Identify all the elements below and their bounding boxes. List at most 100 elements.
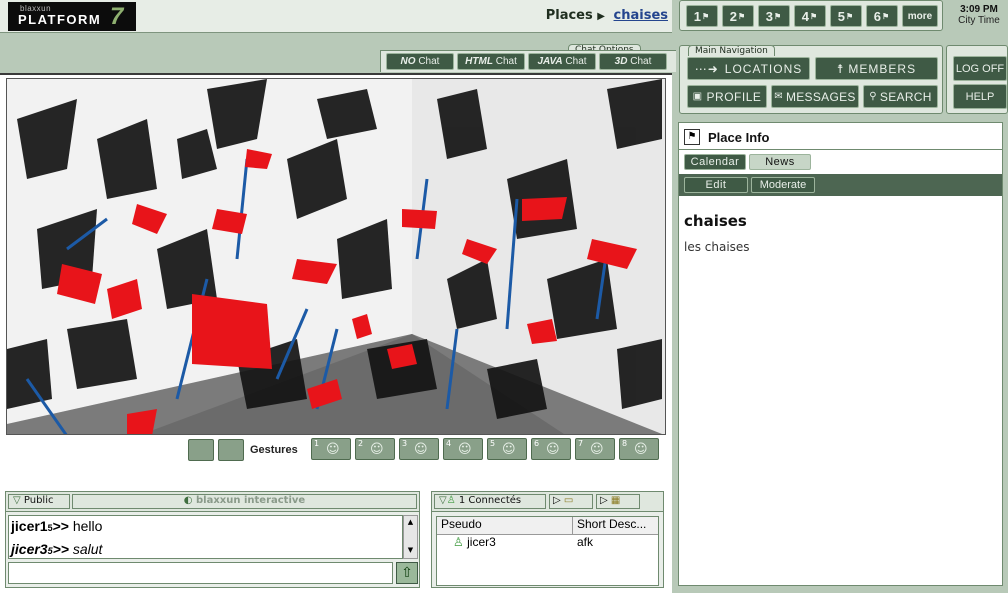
face-icon[interactable] — [218, 439, 244, 461]
grid-icon: ▦ — [610, 495, 621, 506]
user-pseudo: jicer3 — [467, 535, 496, 549]
users-tab-3[interactable]: ▷ ▦ — [596, 494, 640, 509]
flag-icon: ⚑ — [846, 11, 855, 21]
place-name: chaises — [684, 212, 747, 230]
members-label: MEMBERS — [848, 61, 917, 76]
gesture-icon: ☺ — [414, 442, 428, 457]
gesture-2[interactable]: 2 ☺ — [355, 438, 395, 460]
search-button[interactable]: ⚲ SEARCH — [863, 85, 938, 108]
gesture-icon: ☺ — [370, 442, 384, 457]
current-place-link[interactable]: chaises — [614, 8, 668, 23]
chat-messages: jicer15>> hello jicer35>> salut — [8, 515, 403, 559]
chat-input[interactable] — [8, 562, 393, 584]
place-info-panel: ⚑ Place Info Calendar News Edit Moderate… — [678, 122, 1003, 586]
users-tab-2[interactable]: ▷ ▭ — [549, 494, 593, 509]
scroll-up-icon[interactable]: ▲ — [404, 516, 417, 528]
gesture-number: 6 — [534, 439, 540, 448]
place-actions-bar: Edit Moderate — [679, 174, 1002, 196]
profile-button[interactable]: ▣ PROFILE — [687, 85, 767, 108]
gesture-6[interactable]: 6 ☺ — [531, 438, 571, 460]
quick-nav-6[interactable]: 6 ⚑ — [866, 5, 898, 27]
logoff-button[interactable]: LOG OFF — [953, 56, 1007, 81]
messages-button[interactable]: ✉ MESSAGES — [771, 85, 859, 108]
brand-name: PLATFORM — [18, 12, 102, 27]
quick-nav-label: 1 — [693, 8, 703, 24]
send-icon: ⇧ — [401, 565, 413, 581]
gesture-1[interactable]: 1 ☺ — [311, 438, 351, 460]
search-label: SEARCH — [879, 89, 932, 104]
triangle-right-icon: ▷ — [600, 495, 608, 506]
connected-label: 1 Connectés — [458, 495, 522, 506]
gesture-3[interactable]: 3 ☺ — [399, 438, 439, 460]
flag-icon: ⚑ — [702, 11, 711, 21]
messages-label: MESSAGES — [785, 89, 856, 104]
java-chat-button[interactable]: JAVA Chat — [528, 53, 596, 70]
triangle-right-icon: ▷ — [553, 495, 561, 506]
send-button[interactable]: ⇧ — [396, 562, 418, 584]
quick-nav-5[interactable]: 5 ⚑ — [830, 5, 862, 27]
moderate-button[interactable]: Moderate — [751, 177, 815, 193]
3d-view[interactable] — [6, 78, 666, 435]
gesture-5[interactable]: 5 ☺ — [487, 438, 527, 460]
gesture-number: 7 — [578, 439, 584, 448]
quick-nav-more[interactable]: more — [902, 5, 938, 27]
chat-sep: >> — [52, 518, 69, 534]
chat-style: JAVA — [537, 56, 563, 67]
user-pseudo-cell: ♙ jicer3 — [437, 535, 573, 552]
quick-nav-4[interactable]: 4 ⚑ — [794, 5, 826, 27]
column-short-desc[interactable]: Short Desc... — [573, 517, 658, 534]
no-chat-button[interactable]: NO Chat — [386, 53, 454, 70]
chat-header: ▽ Public ◐ blaxxun interactive — [6, 492, 419, 512]
gesture-number: 5 — [490, 439, 496, 448]
edit-button[interactable]: Edit — [684, 177, 748, 193]
quick-nav-3[interactable]: 3 ⚑ — [758, 5, 790, 27]
chat-panel: ▽ Public ◐ blaxxun interactive jicer15>>… — [5, 491, 420, 588]
quick-nav-label: 6 — [873, 8, 883, 24]
scroll-down-icon[interactable]: ▼ — [404, 544, 417, 556]
gesture-number: 8 — [622, 439, 628, 448]
avatar-icon[interactable] — [188, 439, 214, 461]
quick-nav-1[interactable]: 1 ⚑ — [686, 5, 718, 27]
calendar-tab[interactable]: Calendar — [684, 154, 746, 170]
main-navigation: Main Navigation ⋯➜ LOCATIONS ☨ MEMBERS ▣ PR… — [679, 45, 943, 114]
column-pseudo[interactable]: Pseudo — [437, 517, 573, 534]
chat-message: jicer15>> hello — [11, 516, 402, 539]
3d-chat-button[interactable]: 3D Chat — [599, 53, 667, 70]
user-row[interactable]: ♙ jicer3 afk — [437, 535, 658, 552]
chat-label: Chat — [495, 56, 517, 67]
blaxxun-icon: ◐ — [183, 495, 193, 506]
channel-label: ◐ blaxxun interactive — [72, 494, 417, 509]
gesture-7[interactable]: 7 ☺ — [575, 438, 615, 460]
chat-user: jicer3 — [11, 541, 48, 557]
gesture-icon: ☺ — [634, 442, 648, 457]
place-description: les chaises — [684, 240, 750, 254]
gesture-number: 3 — [402, 439, 408, 448]
public-tab[interactable]: ▽ Public — [8, 494, 70, 509]
channel-name: blaxxun interactive — [196, 495, 306, 506]
gesture-8[interactable]: 8 ☺ — [619, 438, 659, 460]
user-desc: afk — [577, 535, 594, 549]
places-breadcrumb: Places ▶ chaises — [546, 8, 668, 23]
locations-button[interactable]: ⋯➜ LOCATIONS — [687, 57, 810, 80]
news-tab[interactable]: News — [749, 154, 811, 170]
connected-tab[interactable]: ▽♙ 1 Connectés — [434, 494, 546, 509]
place-info-title: Place Info — [708, 130, 770, 145]
gestures-bar: Gestures 1 ☺ 2 ☺ 3 ☺ 4 ☺ 5 ☺ 6 ☺ 7 ☺ 8 ☺ — [186, 438, 666, 463]
quick-nav-label: 4 — [801, 8, 811, 24]
help-button[interactable]: HELP — [953, 84, 1007, 109]
folder-icon: ▭ — [563, 495, 574, 506]
chat-label: Chat — [418, 56, 440, 67]
members-button[interactable]: ☨ MEMBERS — [815, 57, 938, 80]
users-list: Pseudo Short Desc... ♙ jicer3 afk — [436, 516, 659, 586]
chat-scrollbar[interactable]: ▲ ▼ — [403, 515, 418, 559]
3d-scene[interactable] — [7, 79, 666, 435]
chat-label: Chat — [630, 56, 652, 67]
profile-label: PROFILE — [706, 89, 762, 104]
gesture-icon: ☺ — [458, 442, 472, 457]
search-icon: ⚲ — [869, 91, 877, 102]
public-tab-label: Public — [23, 495, 54, 506]
html-chat-button[interactable]: HTML Chat — [457, 53, 525, 70]
quick-nav-label: 3 — [765, 8, 775, 24]
gesture-4[interactable]: 4 ☺ — [443, 438, 483, 460]
quick-nav-2[interactable]: 2 ⚑ — [722, 5, 754, 27]
